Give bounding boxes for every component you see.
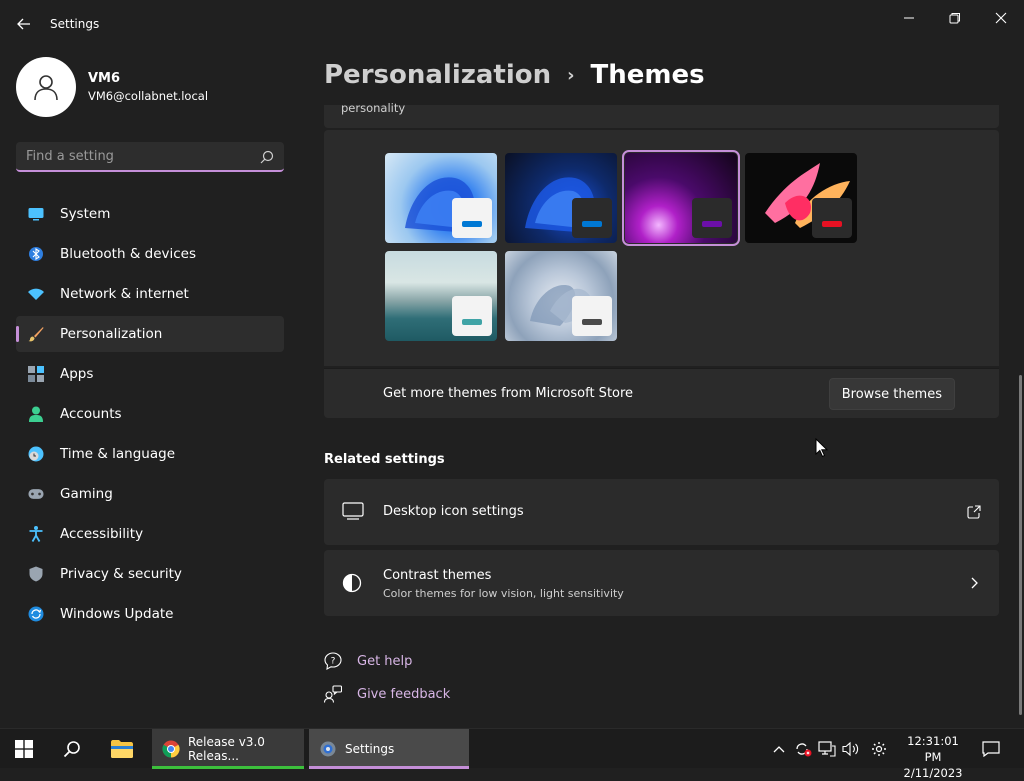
gear-icon[interactable] [870, 741, 888, 757]
search-icon [63, 741, 80, 758]
notifications-icon[interactable] [982, 741, 1000, 757]
settings-window: Settings VM6 VM6@collabnet.local Find a … [0, 0, 1024, 728]
theme-thumbnail-flow[interactable] [505, 251, 617, 341]
breadcrumb-parent[interactable]: Personalization [324, 60, 551, 90]
theme-thumbnail-glow[interactable] [622, 150, 740, 246]
sidebar-item-accounts[interactable]: Accounts [16, 396, 284, 432]
theme-header-card [324, 105, 999, 128]
windows-logo-icon [15, 740, 33, 758]
accessibility-icon [28, 526, 44, 542]
minimize-button[interactable] [886, 4, 932, 32]
sidebar-item-apps[interactable]: Apps [16, 356, 284, 392]
give-feedback-link[interactable]: Give feedback [323, 685, 450, 703]
sidebar-item-bluetooth[interactable]: Bluetooth & devices [16, 236, 284, 272]
close-button[interactable] [978, 4, 1024, 32]
apps-icon [28, 366, 44, 382]
user-profile[interactable]: VM6 VM6@collabnet.local [16, 57, 208, 117]
theme-description-partial: personality [341, 101, 406, 115]
app-title: Settings [50, 17, 100, 31]
title-bar: Settings [0, 0, 1024, 48]
browse-themes-button[interactable]: Browse themes [828, 378, 955, 410]
search-input[interactable]: Find a setting [16, 142, 284, 172]
contrast-themes-row[interactable]: Contrast themes Color themes for low vis… [324, 550, 999, 616]
chevron-up-icon[interactable] [770, 741, 788, 757]
contrast-icon [342, 573, 364, 593]
bluetooth-icon [28, 246, 44, 262]
chrome-icon [162, 740, 180, 758]
file-explorer-button[interactable] [110, 737, 134, 761]
desktop-icon-settings-label: Desktop icon settings [383, 504, 524, 519]
taskbar-task-chrome[interactable]: Release v3.0 Releas... [152, 729, 304, 769]
sidebar-item-windows-update[interactable]: Windows Update [16, 596, 284, 632]
search-icon[interactable] [260, 149, 274, 168]
theme-window-preview [572, 198, 612, 238]
volume-icon[interactable] [842, 741, 860, 757]
sidebar-item-personalization[interactable]: Personalization [16, 316, 284, 352]
contrast-themes-description: Color themes for low vision, light sensi… [383, 587, 624, 600]
breadcrumb: Personalization › Themes [324, 60, 705, 90]
settings-gear-icon [319, 740, 337, 758]
sidebar: VM6 VM6@collabnet.local Find a setting S… [0, 48, 300, 728]
desktop-icon-settings-row[interactable]: Desktop icon settings [324, 479, 999, 545]
theme-window-preview [452, 296, 492, 336]
related-settings-title: Related settings [324, 452, 445, 467]
gamepad-icon [28, 486, 44, 502]
content-pane: Personalization › Themes personality Get… [300, 48, 1024, 728]
theme-thumbnail-windows-dark[interactable] [505, 153, 617, 243]
taskbar-clock[interactable]: 12:31:01 PM 2/11/2023 [898, 733, 968, 781]
accounts-icon [28, 406, 44, 422]
theme-window-preview [812, 198, 852, 238]
brush-icon [28, 326, 44, 342]
microsoft-store-row: Get more themes from Microsoft Store Bro… [324, 368, 999, 418]
user-email: VM6@collabnet.local [88, 89, 209, 103]
taskbar: Release v3.0 Releas... Settings 12:31:01… [0, 728, 1024, 780]
sidebar-item-time-language[interactable]: Time & language [16, 436, 284, 472]
get-help-link[interactable]: ? Get help [324, 652, 412, 671]
breadcrumb-separator: › [567, 64, 575, 86]
external-link-icon [967, 504, 983, 520]
theme-thumbnail-windows-light[interactable] [385, 153, 497, 243]
search-placeholder: Find a setting [26, 149, 114, 164]
feedback-icon [323, 685, 343, 703]
mouse-cursor-icon [815, 437, 829, 462]
taskbar-search-button[interactable] [60, 737, 84, 761]
shield-icon [28, 566, 44, 582]
user-name: VM6 [88, 71, 121, 86]
sidebar-item-network[interactable]: Network & internet [16, 276, 284, 312]
clock-globe-icon [28, 446, 44, 462]
sidebar-item-privacy[interactable]: Privacy & security [16, 556, 284, 592]
sync-error-icon[interactable] [794, 741, 812, 757]
wifi-icon [28, 286, 44, 302]
monitor-icon [342, 502, 364, 522]
network-icon[interactable] [818, 741, 836, 757]
restore-button[interactable] [932, 4, 978, 32]
store-label: Get more themes from Microsoft Store [383, 386, 634, 401]
folder-icon [111, 740, 133, 758]
theme-window-preview [452, 198, 492, 238]
update-icon [28, 606, 44, 622]
svg-text:?: ? [331, 657, 336, 667]
sidebar-item-gaming[interactable]: Gaming [16, 476, 284, 512]
theme-thumbnail-captured-motion[interactable] [745, 153, 857, 243]
clock-time: 12:31:01 PM [907, 734, 959, 764]
help-icon: ? [324, 652, 342, 671]
avatar [16, 57, 76, 117]
chevron-right-icon [967, 575, 983, 591]
theme-window-preview [572, 296, 612, 336]
back-arrow-icon[interactable] [14, 14, 34, 34]
nav-list: System Bluetooth & devices Network & int… [16, 196, 284, 636]
taskbar-task-settings[interactable]: Settings [309, 729, 469, 769]
start-button[interactable] [12, 737, 36, 761]
theme-thumbnail-sunrise[interactable] [385, 251, 497, 341]
clock-date: 2/11/2023 [903, 766, 963, 780]
system-icon [28, 206, 44, 222]
page-title: Themes [590, 60, 705, 90]
vertical-scrollbar[interactable] [1019, 375, 1022, 715]
theme-gallery-card [324, 130, 999, 366]
sidebar-item-system[interactable]: System [16, 196, 284, 232]
sidebar-item-accessibility[interactable]: Accessibility [16, 516, 284, 552]
theme-window-preview [692, 198, 732, 238]
contrast-themes-label: Contrast themes [383, 568, 492, 583]
